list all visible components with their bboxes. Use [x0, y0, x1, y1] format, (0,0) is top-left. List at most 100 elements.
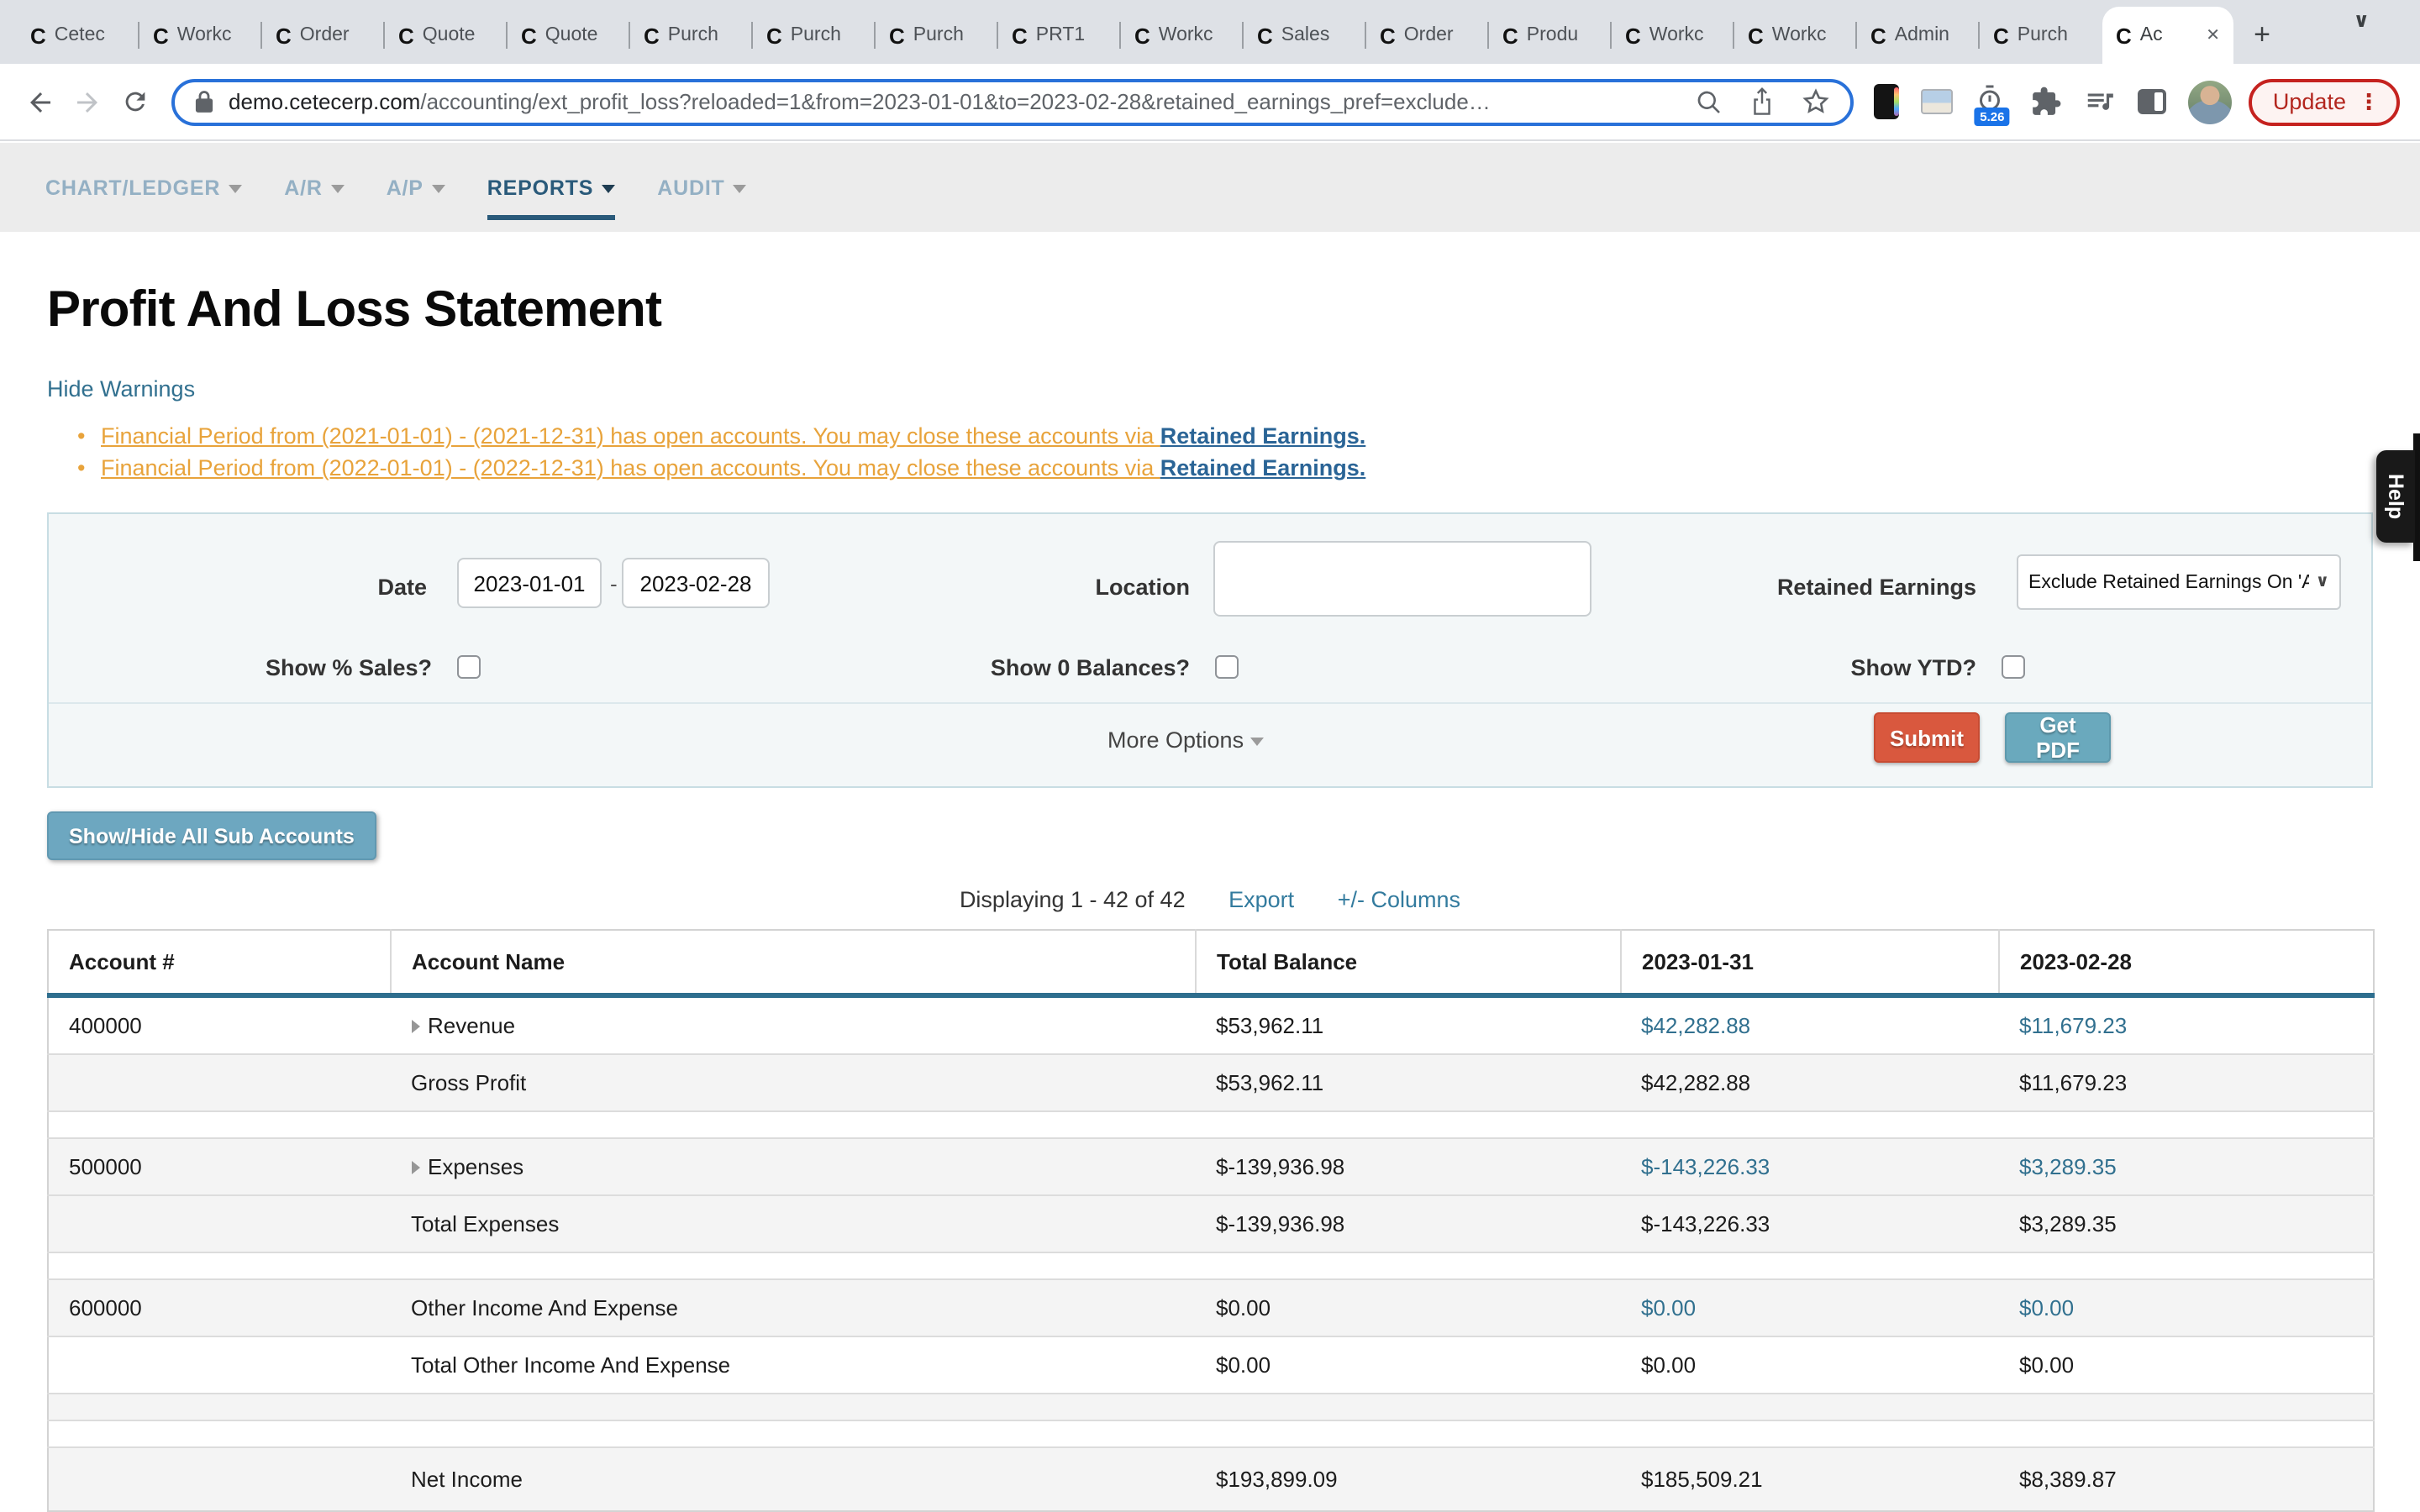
- tab-label: Purch: [668, 25, 739, 45]
- nav-item-a-p[interactable]: A/P: [387, 143, 445, 232]
- date-from-input[interactable]: [457, 558, 602, 608]
- columns-link[interactable]: +/- Columns: [1338, 887, 1460, 912]
- cetec-favicon-icon: C: [1257, 24, 1273, 46]
- caret-down-icon: [602, 184, 615, 192]
- spacer-row: [48, 1394, 2374, 1420]
- list-meta-top: Displaying 1 - 42 of 42 Export +/- Colum…: [47, 887, 2373, 912]
- balance-link[interactable]: $0.00: [1641, 1295, 1696, 1320]
- export-link[interactable]: Export: [1228, 887, 1294, 912]
- retained-earnings-link[interactable]: Retained Earnings.: [1160, 455, 1366, 480]
- browser-tab[interactable]: CSales: [1244, 7, 1366, 64]
- balance-link[interactable]: $3,289.35: [2019, 1154, 2117, 1179]
- warning-text-link[interactable]: Financial Period from (2021-01-01) - (20…: [101, 423, 1160, 449]
- month-balance-cell: $8,389.87: [1999, 1447, 2374, 1511]
- extensions-puzzle-icon[interactable]: [2031, 86, 2063, 118]
- help-tab[interactable]: Help: [2376, 450, 2415, 543]
- reload-button[interactable]: [111, 78, 158, 125]
- browser-tab[interactable]: CWorkc: [1734, 7, 1857, 64]
- browser-tab[interactable]: CWorkc: [1121, 7, 1244, 64]
- retained-earnings-select[interactable]: Exclude Retained Earnings On 'A ∨: [2017, 554, 2341, 610]
- screenshot-extension-icon[interactable]: [1922, 89, 1954, 114]
- account-number-cell: [48, 1054, 391, 1111]
- show-ytd-checkbox[interactable]: [2002, 655, 2025, 679]
- balance-link[interactable]: $0.00: [2019, 1295, 2074, 1320]
- browser-tab[interactable]: CPRT1: [998, 7, 1121, 64]
- forward-button[interactable]: [64, 78, 111, 125]
- hide-warnings-link[interactable]: Hide Warnings: [47, 376, 195, 402]
- column-header: Account Name: [391, 930, 1196, 995]
- share-icon[interactable]: [1750, 87, 1776, 116]
- update-button[interactable]: Update ⋮: [2249, 78, 2400, 125]
- month-balance-cell: $0.00: [1621, 1279, 1999, 1336]
- url-bar[interactable]: demo.cetecerp.com/accounting/ext_profit_…: [171, 78, 1854, 125]
- tab-label: Purch: [913, 25, 985, 45]
- page-content: Profit And Loss Statement Hide Warnings …: [0, 232, 2420, 1512]
- side-panel-icon[interactable]: [2139, 89, 2167, 114]
- nav-item-label: A/R: [284, 176, 322, 199]
- warning-text-link[interactable]: Financial Period from (2022-01-01) - (20…: [101, 455, 1160, 480]
- balance-link[interactable]: $-143,226.33: [1641, 1154, 1770, 1179]
- account-name: Expenses: [428, 1154, 523, 1179]
- retained-earnings-link[interactable]: Retained Earnings.: [1160, 423, 1366, 449]
- browser-tab[interactable]: CPurch: [876, 7, 998, 64]
- nav-item-audit[interactable]: AUDIT: [657, 143, 746, 232]
- more-options-link[interactable]: More Options: [1107, 727, 1264, 753]
- nav-item-reports[interactable]: REPORTS: [487, 143, 615, 232]
- show-hide-subaccounts-button[interactable]: Show/Hide All Sub Accounts: [47, 811, 376, 860]
- account-name-cell: Other Income And Expense: [391, 1279, 1196, 1336]
- account-number-cell: 500000: [48, 1138, 391, 1195]
- browser-tab[interactable]: CAdmin: [1857, 7, 1980, 64]
- cetec-favicon-icon: C: [153, 24, 169, 46]
- browser-tab[interactable]: COrder: [1366, 7, 1489, 64]
- balance-link[interactable]: $42,282.88: [1641, 1013, 1750, 1038]
- browser-tab-active[interactable]: CAc✕: [2102, 7, 2233, 64]
- expand-triangle-icon[interactable]: [411, 1020, 419, 1033]
- month-balance-cell: $42,282.88: [1621, 1054, 1999, 1111]
- dark-document-extension-icon[interactable]: [1875, 84, 1900, 119]
- browser-menu-dots-icon[interactable]: ⋮: [2358, 88, 2380, 115]
- account-name: Revenue: [428, 1013, 515, 1038]
- music-queue-icon[interactable]: [2085, 86, 2117, 118]
- nav-item-label: A/P: [387, 176, 424, 199]
- browser-tab[interactable]: CQuote: [385, 7, 508, 64]
- back-button[interactable]: [17, 78, 64, 125]
- profile-avatar[interactable]: [2189, 80, 2233, 123]
- nav-item-label: REPORTS: [487, 176, 593, 199]
- bookmark-star-icon[interactable]: [1802, 87, 1831, 116]
- browser-tab[interactable]: CWorkc: [1612, 7, 1734, 64]
- browser-tab[interactable]: COrder: [262, 7, 385, 64]
- nav-item-chart-ledger[interactable]: CHART/LEDGER: [45, 143, 242, 232]
- browser-tab[interactable]: CPurch: [630, 7, 753, 64]
- browser-tab[interactable]: CPurch: [753, 7, 876, 64]
- browser-tab[interactable]: CCetec: [17, 7, 139, 64]
- show-zero-checkbox[interactable]: [1215, 655, 1239, 679]
- browser-tab[interactable]: CQuote: [508, 7, 630, 64]
- zoom-icon[interactable]: [1697, 88, 1723, 115]
- location-input[interactable]: [1213, 541, 1591, 617]
- retained-earnings-value: Exclude Retained Earnings On 'A: [2028, 572, 2309, 592]
- show-sales-checkbox[interactable]: [457, 655, 481, 679]
- spacer-cell: [48, 1394, 2374, 1420]
- browser-tab[interactable]: CProdu: [1489, 7, 1612, 64]
- total-balance-cell: $53,962.11: [1196, 1054, 1621, 1111]
- timer-extension-icon[interactable]: 5.26: [1975, 83, 2009, 120]
- browser-tab[interactable]: CPurch: [1980, 7, 2102, 64]
- submit-button[interactable]: Submit: [1874, 712, 1980, 763]
- show-sales-label: Show % Sales?: [49, 655, 432, 680]
- expand-triangle-icon[interactable]: [411, 1161, 419, 1174]
- nav-item-a-r[interactable]: A/R: [284, 143, 344, 232]
- tab-search-chevron-icon[interactable]: ∨: [2354, 5, 2397, 35]
- table-header-row: Account #Account NameTotal Balance2023-0…: [48, 930, 2374, 995]
- balance-link[interactable]: $11,679.23: [2019, 1013, 2127, 1038]
- tab-close-icon[interactable]: ✕: [2202, 26, 2220, 45]
- month-balance-cell: $185,509.21: [1621, 1447, 1999, 1511]
- new-tab-button[interactable]: +: [2240, 13, 2284, 57]
- browser-tab[interactable]: CWorkc: [139, 7, 262, 64]
- date-to-input[interactable]: [622, 558, 770, 608]
- get-pdf-button[interactable]: Get PDF: [2005, 712, 2111, 763]
- cetec-favicon-icon: C: [1380, 24, 1396, 46]
- show-zero-label: Show 0 Balances?: [822, 655, 1190, 680]
- lock-icon[interactable]: [195, 91, 213, 113]
- total-balance-cell: $53,962.11: [1196, 995, 1621, 1054]
- account-name: Net Income: [411, 1467, 523, 1492]
